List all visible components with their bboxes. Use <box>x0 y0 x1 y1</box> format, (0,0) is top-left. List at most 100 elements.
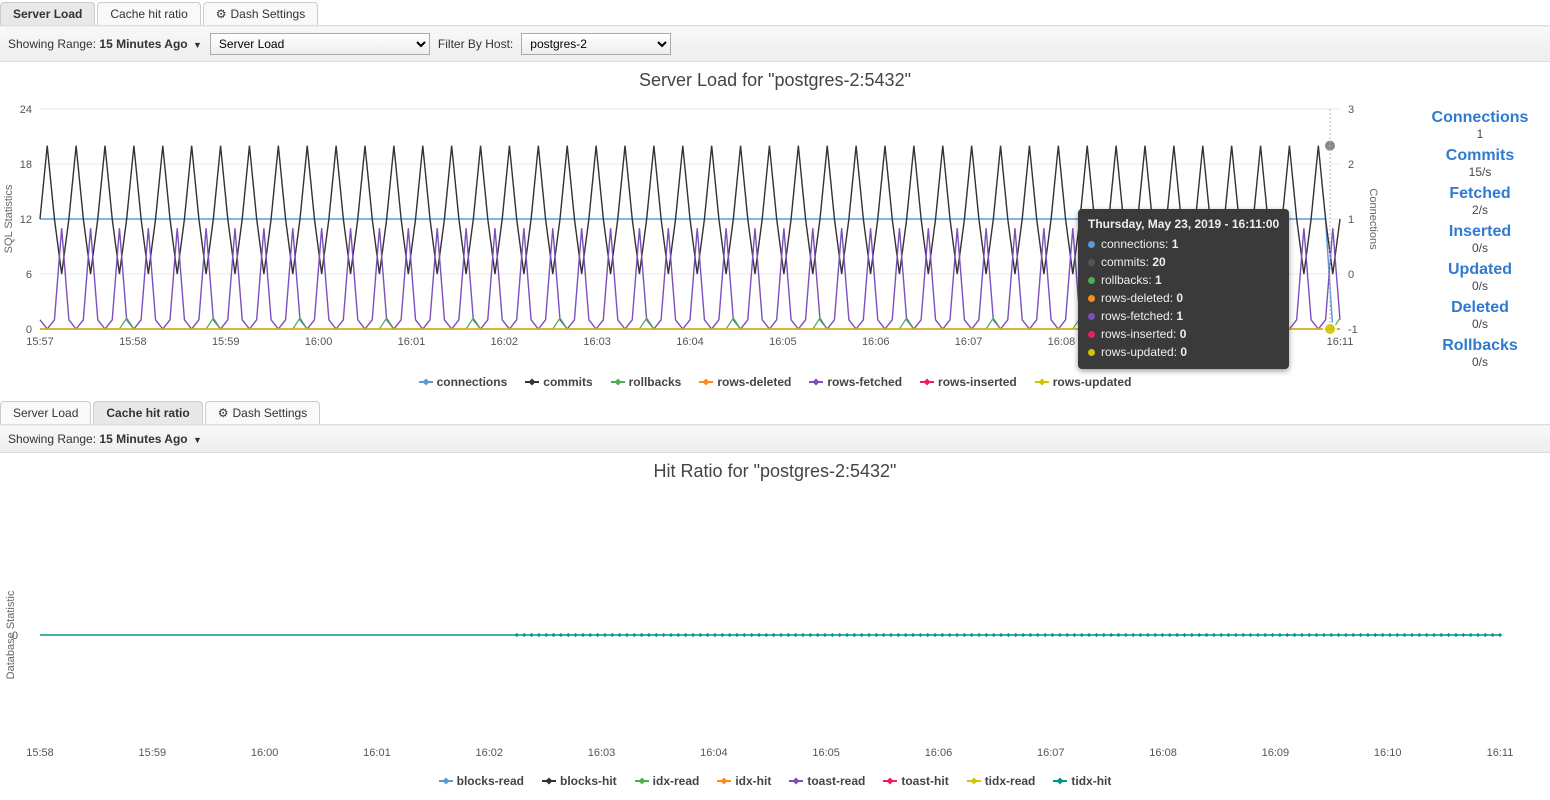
svg-text:3: 3 <box>1348 104 1354 116</box>
svg-text:Database Statistic: Database Statistic <box>5 590 17 679</box>
svg-text:16:08: 16:08 <box>1048 336 1076 348</box>
panel-1: 06121824-1012315:5715:5815:5916:0016:011… <box>0 99 1550 371</box>
svg-text:16:06: 16:06 <box>862 336 890 348</box>
chart1-wrap: 06121824-1012315:5715:5815:5916:0016:011… <box>0 99 1410 371</box>
chevron-down-icon[interactable]: ▼ <box>193 40 202 50</box>
svg-text:16:00: 16:00 <box>305 336 333 348</box>
range-label: Showing Range: 15 Minutes Ago ▼ <box>8 37 202 51</box>
stat-fetched-title: Fetched <box>1410 185 1550 203</box>
svg-text:24: 24 <box>20 104 32 116</box>
svg-text:1: 1 <box>1348 214 1354 226</box>
stat-updated-val: 0/s <box>1410 279 1550 293</box>
legend-item-rollbacks[interactable]: rollbacks <box>611 375 682 389</box>
tab2-dash-settings[interactable]: ⚙ Dash Settings <box>205 401 320 424</box>
tab2-cache-hit-ratio[interactable]: Cache hit ratio <box>93 401 202 424</box>
legend-item-blocks-read[interactable]: blocks-read <box>439 774 524 788</box>
tabs-2: Server Load Cache hit ratio ⚙ Dash Settin… <box>0 399 1550 425</box>
host-select[interactable]: postgres-2 <box>521 33 671 55</box>
svg-text:0: 0 <box>1348 269 1354 281</box>
tabs-top: Server Load Cache hit ratio ⚙ Dash Settin… <box>0 0 1550 26</box>
svg-text:6: 6 <box>26 269 32 281</box>
legend-item-toast-hit[interactable]: toast-hit <box>883 774 948 788</box>
stat-updated-title: Updated <box>1410 261 1550 279</box>
legend-item-rows-fetched[interactable]: rows-fetched <box>809 375 902 389</box>
stat-deleted-val: 0/s <box>1410 317 1550 331</box>
legend-item-connections[interactable]: connections <box>419 375 508 389</box>
svg-text:16:04: 16:04 <box>676 336 704 348</box>
legend-item-tidx-read[interactable]: tidx-read <box>967 774 1036 788</box>
svg-text:Connections: Connections <box>1367 188 1379 250</box>
svg-text:16:01: 16:01 <box>398 336 426 348</box>
svg-text:16:01: 16:01 <box>363 747 391 759</box>
svg-text:16:11: 16:11 <box>1327 336 1354 348</box>
svg-text:2: 2 <box>1348 159 1354 171</box>
svg-text:0: 0 <box>26 324 32 336</box>
chart2-legend: blocks-read blocks-hit idx-read idx-hit toas… <box>0 770 1550 798</box>
stats-sidepanel: Connections 1 Commits 15/s Fetched 2/s I… <box>1410 99 1550 371</box>
filter-label: Filter By Host: <box>438 37 513 51</box>
control-bar-2: Showing Range: 15 Minutes Ago ▼ <box>0 425 1550 453</box>
stat-commits-val: 15/s <box>1410 165 1550 179</box>
stat-rollbacks-title: Rollbacks <box>1410 337 1550 355</box>
svg-text:16:06: 16:06 <box>925 747 953 759</box>
legend-item-rows-inserted[interactable]: rows-inserted <box>920 375 1017 389</box>
svg-text:12: 12 <box>20 214 32 226</box>
stat-connections-title: Connections <box>1410 109 1550 127</box>
svg-text:16:02: 16:02 <box>491 336 519 348</box>
chart-tooltip: Thursday, May 23, 2019 - 16:11:00 connec… <box>1078 209 1289 369</box>
svg-text:16:05: 16:05 <box>769 336 797 348</box>
stat-rollbacks-val: 0/s <box>1410 355 1550 369</box>
svg-text:-1: -1 <box>1348 324 1358 336</box>
tab-dash-settings[interactable]: ⚙ Dash Settings <box>203 2 318 25</box>
legend-item-blocks-hit[interactable]: blocks-hit <box>542 774 617 788</box>
chevron-down-icon[interactable]: ▼ <box>193 435 202 445</box>
tab2-server-load[interactable]: Server Load <box>0 401 91 424</box>
svg-text:15:57: 15:57 <box>26 336 54 348</box>
gear-icon: ⚙ <box>218 406 229 420</box>
svg-text:SQL Statistics: SQL Statistics <box>3 184 15 253</box>
chart2-svg[interactable]: 0Database Statistic15:5815:5916:0016:011… <box>0 490 1520 770</box>
svg-text:16:11: 16:11 <box>1487 747 1514 759</box>
svg-text:15:58: 15:58 <box>26 747 54 759</box>
legend-item-tidx-hit[interactable]: tidx-hit <box>1053 774 1111 788</box>
svg-text:16:07: 16:07 <box>1037 747 1065 759</box>
svg-text:16:02: 16:02 <box>475 747 503 759</box>
svg-text:16:10: 16:10 <box>1374 747 1402 759</box>
svg-text:15:59: 15:59 <box>212 336 240 348</box>
svg-text:16:04: 16:04 <box>700 747 728 759</box>
svg-text:15:59: 15:59 <box>139 747 167 759</box>
metric-select[interactable]: Server Load <box>210 33 430 55</box>
stat-connections-val: 1 <box>1410 127 1550 141</box>
svg-text:16:08: 16:08 <box>1149 747 1177 759</box>
legend-item-toast-read[interactable]: toast-read <box>789 774 865 788</box>
control-bar-1: Showing Range: 15 Minutes Ago ▼ Server L… <box>0 26 1550 62</box>
chart1-title: Server Load for "postgres-2:5432" <box>0 62 1550 99</box>
chart2-title: Hit Ratio for "postgres-2:5432" <box>0 453 1550 490</box>
tab-cache-hit-ratio[interactable]: Cache hit ratio <box>97 2 200 25</box>
stat-inserted-val: 0/s <box>1410 241 1550 255</box>
tab2-dash-settings-label: Dash Settings <box>233 406 308 420</box>
chart1-legend: connections commits rollbacks rows-deleted r… <box>0 371 1550 399</box>
svg-text:15:58: 15:58 <box>119 336 147 348</box>
tab-server-load[interactable]: Server Load <box>0 2 95 25</box>
stat-deleted-title: Deleted <box>1410 299 1550 317</box>
svg-text:16:05: 16:05 <box>812 747 840 759</box>
legend-item-rows-deleted[interactable]: rows-deleted <box>699 375 791 389</box>
stat-fetched-val: 2/s <box>1410 203 1550 217</box>
stat-commits-title: Commits <box>1410 147 1550 165</box>
svg-text:16:03: 16:03 <box>583 336 611 348</box>
svg-text:16:00: 16:00 <box>251 747 279 759</box>
tab-dash-settings-label: Dash Settings <box>231 7 306 21</box>
legend-item-rows-updated[interactable]: rows-updated <box>1035 375 1132 389</box>
legend-item-commits[interactable]: commits <box>525 375 592 389</box>
svg-text:16:07: 16:07 <box>955 336 983 348</box>
legend-item-idx-read[interactable]: idx-read <box>635 774 700 788</box>
gear-icon: ⚙ <box>216 7 227 21</box>
svg-text:16:09: 16:09 <box>1262 747 1290 759</box>
range-label-2: Showing Range: 15 Minutes Ago ▼ <box>8 432 202 446</box>
svg-text:18: 18 <box>20 159 32 171</box>
legend-item-idx-hit[interactable]: idx-hit <box>717 774 771 788</box>
stat-inserted-title: Inserted <box>1410 223 1550 241</box>
tooltip-title: Thursday, May 23, 2019 - 16:11:00 <box>1088 217 1279 231</box>
svg-text:16:03: 16:03 <box>588 747 616 759</box>
